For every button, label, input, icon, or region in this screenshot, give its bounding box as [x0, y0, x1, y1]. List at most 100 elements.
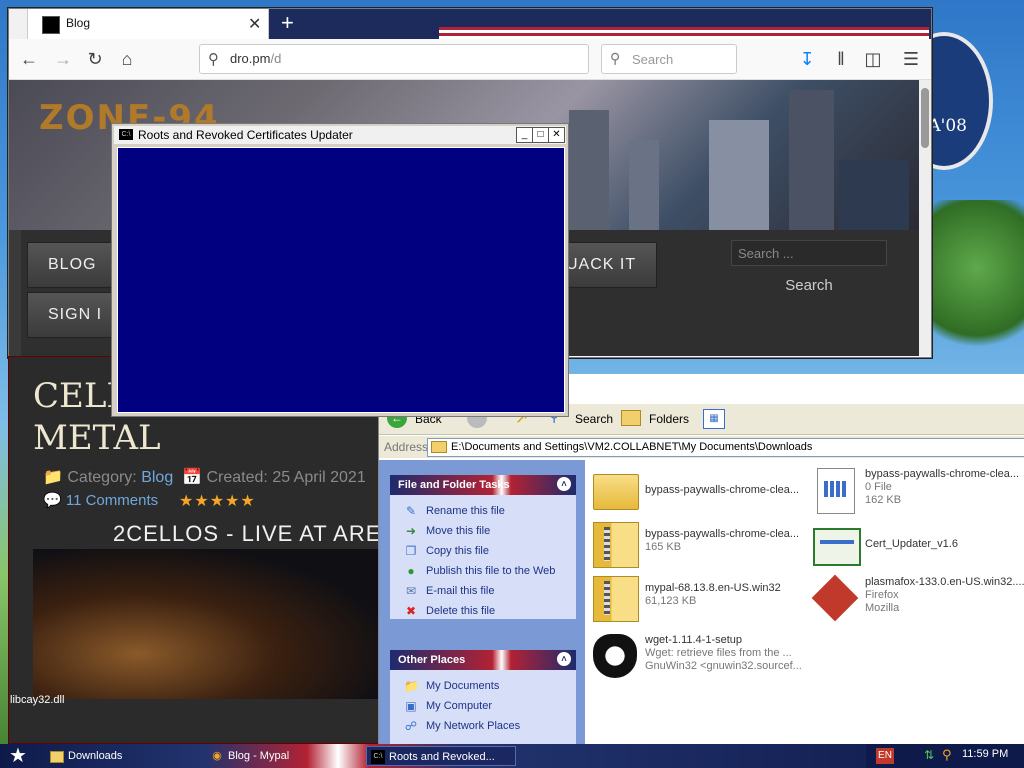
comments-link[interactable]: 💬 11 Comments	[43, 491, 158, 509]
folder-icon	[50, 751, 64, 763]
file-item[interactable]: plasmafox-133.0.en-US.win32.... Firefox Mo…	[811, 574, 1024, 626]
collapse-icon[interactable]: ˄	[557, 477, 571, 491]
file-name: bypass-paywalls-chrome-clea...	[645, 484, 800, 496]
views-icon[interactable]: ▦	[703, 409, 725, 429]
rename-icon: ✎	[405, 504, 417, 518]
close-button[interactable]: ✕	[548, 127, 565, 143]
menu-blog[interactable]: BLOG	[27, 242, 118, 288]
task-publish[interactable]: ● Publish this file to the Web	[390, 561, 576, 581]
place-my-documents[interactable]: 📁 My Documents	[390, 676, 576, 696]
taskbar: ★ Downloads ◉ Blog - Mypal C:\ Roots and R…	[0, 744, 1024, 768]
back-icon[interactable]: ←	[15, 45, 43, 73]
navigation-bar: ← → ↻ ⌂ ⚲ dro.pm/d ⚲ Search ↧ ‖ ◫ ☰	[9, 39, 931, 80]
file-tasks-header[interactable]: File and Folder Tasks ˄	[390, 475, 576, 495]
maximize-button[interactable]: □	[532, 127, 549, 143]
sidebar-icon[interactable]: ◫	[859, 45, 887, 73]
tab-bar: Blog ✕ +	[9, 9, 931, 39]
file-item[interactable]: wget-1.11.4-1-setup Wget: retrieve files …	[593, 632, 833, 684]
site-search-button[interactable]: Search	[749, 272, 869, 300]
site-search-input[interactable]: Search ...	[731, 240, 887, 266]
network-icon[interactable]: ⇅	[924, 748, 934, 762]
taskbar-downloads[interactable]: Downloads	[46, 746, 122, 766]
task-rename-label[interactable]: Rename this file	[426, 505, 505, 517]
file-item[interactable]: bypass-paywalls-chrome-clea... 165 KB	[593, 520, 803, 572]
document-icon	[817, 468, 855, 514]
taskbar-blog-label[interactable]: Blog - Mypal	[228, 750, 289, 762]
my-documents-icon: 📁	[404, 679, 419, 693]
delete-icon: ✖	[405, 604, 417, 618]
language-indicator[interactable]: EN	[876, 748, 894, 764]
file-item[interactable]: bypass-paywalls-chrome-clea...	[593, 466, 803, 518]
reload-icon[interactable]: ↻	[81, 45, 109, 73]
taskbar-roots-label[interactable]: Roots and Revoked...	[389, 751, 495, 763]
file-company: Mozilla	[865, 602, 900, 614]
file-size: 165 KB	[645, 541, 682, 553]
place-my-computer-label[interactable]: My Computer	[426, 700, 492, 712]
task-move-label[interactable]: Move this file	[426, 525, 490, 537]
console-output[interactable]	[117, 147, 565, 413]
move-icon: ➜	[405, 524, 417, 538]
theme-stripe	[439, 27, 929, 39]
forward-icon[interactable]: →	[49, 45, 77, 73]
collapse-icon[interactable]: ˄	[557, 652, 571, 666]
zip-icon	[593, 522, 639, 568]
category-link[interactable]: Blog	[141, 469, 173, 486]
task-email-label[interactable]: E-mail this file	[426, 585, 494, 597]
other-places-title: Other Places	[398, 654, 466, 666]
address-value: E:\Documents and Settings\VM2.COLLABNET\…	[451, 441, 813, 453]
file-list: bypass-paywalls-chrome-clea... bypass-pa…	[585, 460, 1024, 744]
minimize-button[interactable]: _	[516, 127, 533, 143]
my-computer-icon: ▣	[405, 699, 417, 713]
file-item[interactable]: Cert_Updater_v1.6	[813, 520, 1023, 572]
file-label: mypal-68.13.8.en-US.win32 61,123 KB	[645, 582, 805, 608]
task-delete-label[interactable]: Delete this file	[426, 605, 495, 617]
menu-sign-in[interactable]: SIGN I	[27, 292, 124, 338]
tab-blog[interactable]: Blog ✕	[27, 9, 269, 39]
taskbar-blog-mypal[interactable]: ◉ Blog - Mypal	[206, 746, 289, 766]
explorer-folders-button[interactable]: Folders	[649, 412, 689, 426]
file-item[interactable]: mypal-68.13.8.en-US.win32 61,123 KB	[593, 574, 803, 626]
comments-count[interactable]: 11 Comments	[66, 492, 158, 509]
explorer-search-button[interactable]: Search	[575, 412, 613, 426]
place-my-computer[interactable]: ▣ My Computer	[390, 696, 576, 716]
folders-icon[interactable]	[621, 410, 641, 426]
task-copy-label[interactable]: Copy this file	[426, 545, 489, 557]
download-icon[interactable]: ↧	[793, 45, 821, 73]
taskbar-roots-updater[interactable]: C:\ Roots and Revoked...	[366, 746, 516, 766]
place-my-documents-label[interactable]: My Documents	[426, 680, 499, 692]
page-scrollbar[interactable]	[919, 80, 931, 356]
task-delete[interactable]: ✖ Delete this file	[390, 601, 576, 621]
clock[interactable]: 11:59 PM	[962, 748, 1008, 760]
file-name: wget-1.11.4-1-setup	[645, 634, 743, 646]
file-name: bypass-paywalls-chrome-clea...	[865, 468, 1020, 480]
url-bar[interactable]: ⚲ dro.pm/d	[199, 44, 589, 74]
task-copy[interactable]: ❐ Copy this file	[390, 541, 576, 561]
video-thumbnail[interactable]	[33, 549, 379, 699]
desktop-file-label[interactable]: libcay32.dll	[10, 694, 64, 706]
task-rename[interactable]: ✎ Rename this file	[390, 501, 576, 521]
search-icon[interactable]: ⚲	[942, 747, 952, 763]
url-domain: dro.pm	[230, 51, 271, 66]
new-tab-button[interactable]: +	[281, 10, 294, 36]
file-item[interactable]: bypass-paywalls-chrome-clea... 0 File 162 …	[813, 466, 1023, 518]
folder-icon	[431, 441, 447, 453]
url-path: /d	[270, 51, 282, 66]
rating-stars[interactable]: ★★★★★	[179, 491, 256, 511]
taskbar-downloads-label[interactable]: Downloads	[68, 750, 122, 762]
address-field[interactable]: E:\Documents and Settings\VM2.COLLABNET\…	[427, 438, 1024, 457]
scrollbar-thumb[interactable]	[921, 88, 929, 148]
library-icon[interactable]: ‖	[827, 45, 855, 73]
home-icon[interactable]: ⌂	[113, 45, 141, 73]
console-title-bar[interactable]: C:\ Roots and Revoked Certificates Updat…	[114, 126, 566, 144]
place-network[interactable]: ☍ My Network Places	[390, 716, 576, 736]
file-company: GnuWin32 <gnuwin32.sourcef...	[645, 660, 802, 672]
other-places-header[interactable]: Other Places ˄	[390, 650, 576, 670]
task-move[interactable]: ➜ Move this file	[390, 521, 576, 541]
menu-icon[interactable]: ☰	[897, 45, 925, 73]
start-button[interactable]: ★	[4, 744, 32, 768]
tab-close-icon[interactable]: ✕	[248, 14, 261, 34]
task-email[interactable]: ✉ E-mail this file	[390, 581, 576, 601]
search-bar[interactable]: ⚲ Search	[601, 44, 737, 74]
place-network-label[interactable]: My Network Places	[426, 720, 520, 732]
task-publish-label[interactable]: Publish this file to the Web	[426, 565, 555, 577]
